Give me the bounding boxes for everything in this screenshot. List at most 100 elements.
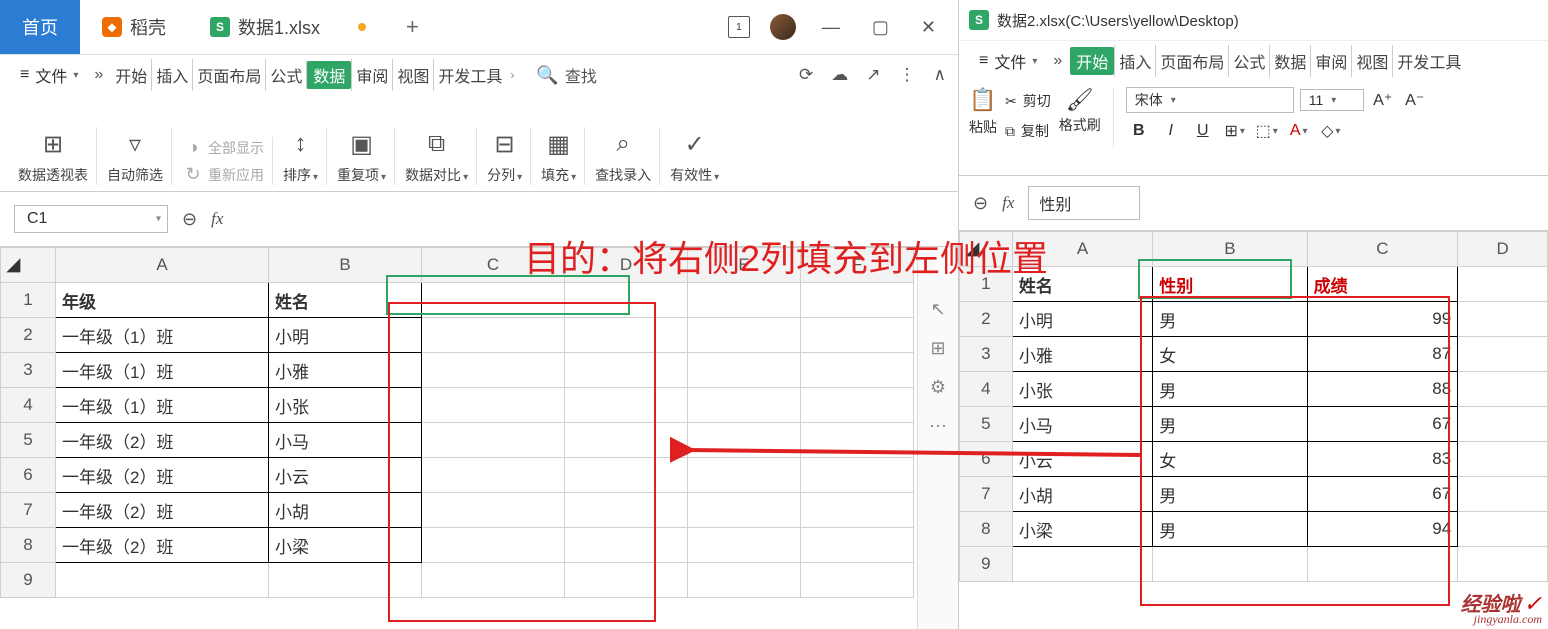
file-menu[interactable]: ≡ 文件 ▾ <box>971 45 1045 77</box>
nav-more-icon[interactable]: » <box>88 66 109 84</box>
cell[interactable] <box>1458 512 1548 547</box>
cell[interactable]: 一年级（1）班 <box>56 353 269 388</box>
cell[interactable] <box>1307 547 1458 582</box>
col-header[interactable]: C <box>1307 232 1458 267</box>
cell[interactable] <box>422 388 565 423</box>
workspace-icon[interactable]: 1 <box>728 16 750 38</box>
mtab-data[interactable]: 数据 <box>306 61 351 89</box>
cloud-upload-icon[interactable]: ☁ <box>831 65 848 85</box>
cell[interactable] <box>422 458 565 493</box>
nav-more-icon[interactable]: » <box>1047 52 1068 70</box>
cell[interactable]: 小云 <box>1012 442 1152 477</box>
formula-input[interactable]: 性别 <box>1028 186 1140 220</box>
cell[interactable]: 成绩 <box>1307 267 1458 302</box>
row-header[interactable]: 6 <box>960 442 1013 477</box>
grid-icon[interactable]: ⊞ <box>930 338 945 359</box>
nav-right-icon[interactable]: › <box>510 68 514 82</box>
decrease-font-icon[interactable]: A⁻ <box>1402 88 1428 112</box>
search-button[interactable]: 🔍 查找 <box>536 63 596 87</box>
font-color-button[interactable]: A▾ <box>1286 119 1312 143</box>
fill-color-button[interactable]: ⬚▾ <box>1254 119 1280 143</box>
cell[interactable]: 99 <box>1307 302 1458 337</box>
cell[interactable]: 女 <box>1153 337 1307 372</box>
cell[interactable]: 小张 <box>1012 372 1152 407</box>
cell[interactable]: 87 <box>1307 337 1458 372</box>
mtab-formula[interactable]: 公式 <box>1228 45 1269 77</box>
italic-button[interactable]: I <box>1158 119 1184 143</box>
cell[interactable] <box>565 318 688 353</box>
col-header[interactable]: F <box>801 248 914 283</box>
col-header[interactable]: A <box>1012 232 1152 267</box>
cell[interactable] <box>269 563 422 598</box>
mtab-dev[interactable]: 开发工具 <box>1392 45 1465 77</box>
cursor-icon[interactable]: ↖ <box>930 299 945 320</box>
cell[interactable]: 一年级（2）班 <box>56 493 269 528</box>
cell[interactable]: 83 <box>1307 442 1458 477</box>
cell[interactable] <box>801 493 914 528</box>
cell[interactable]: 一年级（2）班 <box>56 528 269 563</box>
cell[interactable]: 小雅 <box>1012 337 1152 372</box>
cell[interactable]: 年级 <box>56 283 269 318</box>
ribbon-fill[interactable]: ▦ 填充▾ <box>533 127 585 185</box>
cell[interactable] <box>1458 337 1548 372</box>
tab-home[interactable]: 首页 <box>0 0 80 54</box>
select-all-corner[interactable]: ◢ <box>960 232 1013 267</box>
format-painter[interactable]: 🖌 格式刷 <box>1059 87 1101 169</box>
cell[interactable]: 小胡 <box>269 493 422 528</box>
row-header[interactable]: 3 <box>1 353 56 388</box>
cell[interactable] <box>565 493 688 528</box>
cell[interactable] <box>565 458 688 493</box>
cell[interactable] <box>565 388 688 423</box>
col-header[interactable]: D <box>1458 232 1548 267</box>
cell[interactable] <box>688 353 801 388</box>
cell[interactable] <box>1458 547 1548 582</box>
cell[interactable]: 小张 <box>269 388 422 423</box>
cell[interactable] <box>565 528 688 563</box>
mtab-layout[interactable]: 页面布局 <box>192 59 265 91</box>
cell[interactable]: 女 <box>1153 442 1307 477</box>
row-header[interactable]: 1 <box>1 283 56 318</box>
mtab-layout[interactable]: 页面布局 <box>1155 45 1228 77</box>
row-header[interactable]: 2 <box>960 302 1013 337</box>
row-header[interactable]: 7 <box>1 493 56 528</box>
cell[interactable] <box>56 563 269 598</box>
mtab-view[interactable]: 视图 <box>1351 45 1392 77</box>
row-header[interactable]: 9 <box>1 563 56 598</box>
cell[interactable] <box>801 528 914 563</box>
cell[interactable]: 一年级（2）班 <box>56 458 269 493</box>
cell[interactable] <box>688 563 801 598</box>
mtab-data[interactable]: 数据 <box>1269 45 1310 77</box>
cell[interactable] <box>565 283 688 318</box>
cell[interactable]: 88 <box>1307 372 1458 407</box>
more-side-icon[interactable]: ⋯ <box>929 416 947 437</box>
cell[interactable] <box>422 528 565 563</box>
cell[interactable] <box>1458 407 1548 442</box>
ribbon-dup[interactable]: ▣ 重复项▾ <box>329 127 395 185</box>
ribbon-split[interactable]: ⊟ 分列▾ <box>479 127 531 185</box>
cell[interactable]: 一年级（2）班 <box>56 423 269 458</box>
ribbon-sort[interactable]: ↕ 排序▾ <box>275 127 327 185</box>
mtab-insert[interactable]: 插入 <box>1114 45 1155 77</box>
row-header[interactable]: 7 <box>960 477 1013 512</box>
cloud-sync-icon[interactable]: ⟳ <box>799 65 813 85</box>
mtab-start[interactable]: 开始 <box>111 59 151 91</box>
cell[interactable]: 姓名 <box>269 283 422 318</box>
sheet-left[interactable]: ◢ A B C D E F 1 年级 姓名 2 一年级（1）班 小明 3 一年级… <box>0 247 917 629</box>
col-header[interactable]: E <box>688 248 801 283</box>
border-button[interactable]: ⊞▾ <box>1222 119 1248 143</box>
avatar[interactable] <box>770 14 796 40</box>
cell[interactable] <box>565 563 688 598</box>
zoom-out-icon[interactable]: ⊖ <box>182 209 197 230</box>
cell[interactable] <box>688 528 801 563</box>
row-header[interactable]: 5 <box>960 407 1013 442</box>
row-header[interactable]: 8 <box>1 528 56 563</box>
cell[interactable] <box>1458 477 1548 512</box>
row-header[interactable]: 1 <box>960 267 1013 302</box>
cell[interactable] <box>1458 302 1548 337</box>
cell[interactable]: 男 <box>1153 477 1307 512</box>
cell[interactable]: 男 <box>1153 407 1307 442</box>
cell[interactable] <box>1012 547 1152 582</box>
tab-add[interactable]: + <box>388 0 437 54</box>
col-header[interactable]: A <box>56 248 269 283</box>
cell[interactable] <box>688 423 801 458</box>
